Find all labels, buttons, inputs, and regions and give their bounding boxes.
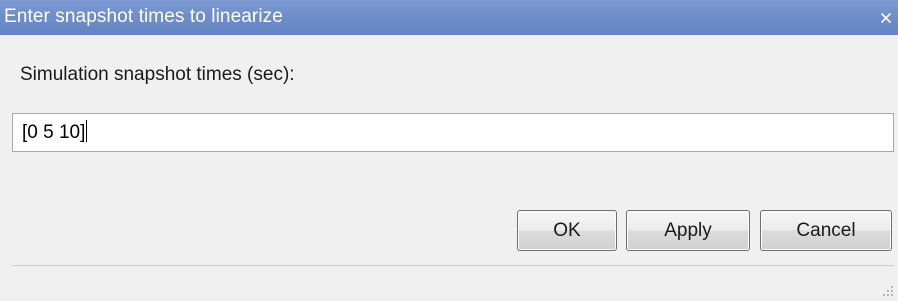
title-bar[interactable]: Enter snapshot times to linearize — [0, 0, 898, 35]
cancel-button[interactable]: Cancel — [760, 210, 892, 251]
ok-button[interactable]: OK — [517, 210, 617, 251]
status-bar — [0, 266, 898, 301]
snapshot-times-input[interactable]: [0 5 10] — [12, 113, 894, 152]
dialog-title: Enter snapshot times to linearize — [4, 6, 283, 27]
snapshot-times-value: [0 5 10] — [22, 122, 86, 143]
snapshot-times-dialog: Enter snapshot times to linearize Simula… — [0, 0, 898, 301]
text-caret — [86, 120, 88, 142]
apply-button[interactable]: Apply — [626, 210, 750, 251]
close-icon — [880, 12, 892, 24]
close-button[interactable] — [874, 0, 898, 35]
resize-grip-icon[interactable] — [880, 283, 894, 297]
dialog-body: Simulation snapshot times (sec): [0 5 10… — [0, 35, 898, 265]
snapshot-times-label: Simulation snapshot times (sec): — [20, 64, 295, 85]
